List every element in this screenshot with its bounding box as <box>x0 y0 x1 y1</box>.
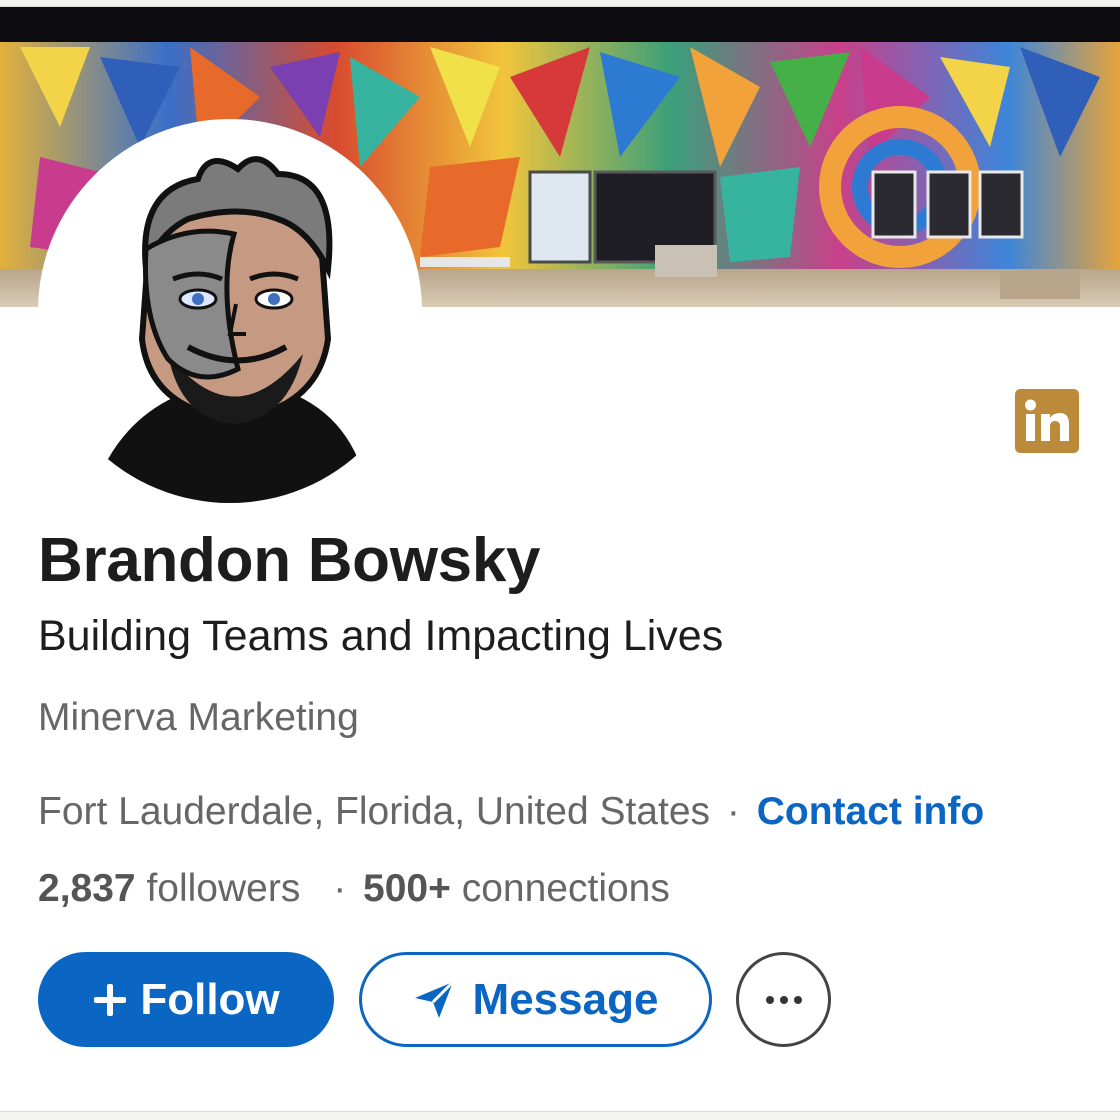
ellipsis-icon <box>765 995 802 1004</box>
stats-row: 2,837 followers · 500+ connections <box>38 867 670 911</box>
location-row: Fort Lauderdale, Florida, United States … <box>38 790 984 834</box>
separator-dot: · <box>726 790 740 833</box>
profile-name: Brandon Bowsky <box>38 526 541 595</box>
send-icon <box>414 980 454 1018</box>
followers-label: followers <box>146 867 301 910</box>
plus-icon <box>94 983 127 1016</box>
follow-button[interactable]: Follow <box>38 952 334 1047</box>
contact-info-link[interactable]: Contact info <box>757 790 984 833</box>
linkedin-logo-icon <box>1025 399 1069 441</box>
connections-label[interactable]: connections <box>462 867 670 910</box>
more-actions-button[interactable] <box>736 952 831 1047</box>
cartoon-portrait-image <box>108 156 358 503</box>
profile-company[interactable]: Minerva Marketing <box>38 696 359 740</box>
message-button-label: Message <box>472 974 659 1024</box>
stats-separator-dot: · <box>333 867 347 910</box>
followers-count: 2,837 <box>38 867 136 910</box>
follow-button-label: Follow <box>140 974 280 1024</box>
message-button[interactable]: Message <box>359 952 712 1047</box>
profile-card: Brandon Bowsky Building Teams and Impact… <box>0 6 1120 1112</box>
profile-avatar[interactable] <box>38 119 422 503</box>
profile-location: Fort Lauderdale, Florida, United States <box>38 790 711 833</box>
connections-count[interactable]: 500+ <box>363 867 451 910</box>
linkedin-badge-icon[interactable] <box>1015 389 1079 453</box>
profile-headline: Building Teams and Impacting Lives <box>38 612 724 660</box>
